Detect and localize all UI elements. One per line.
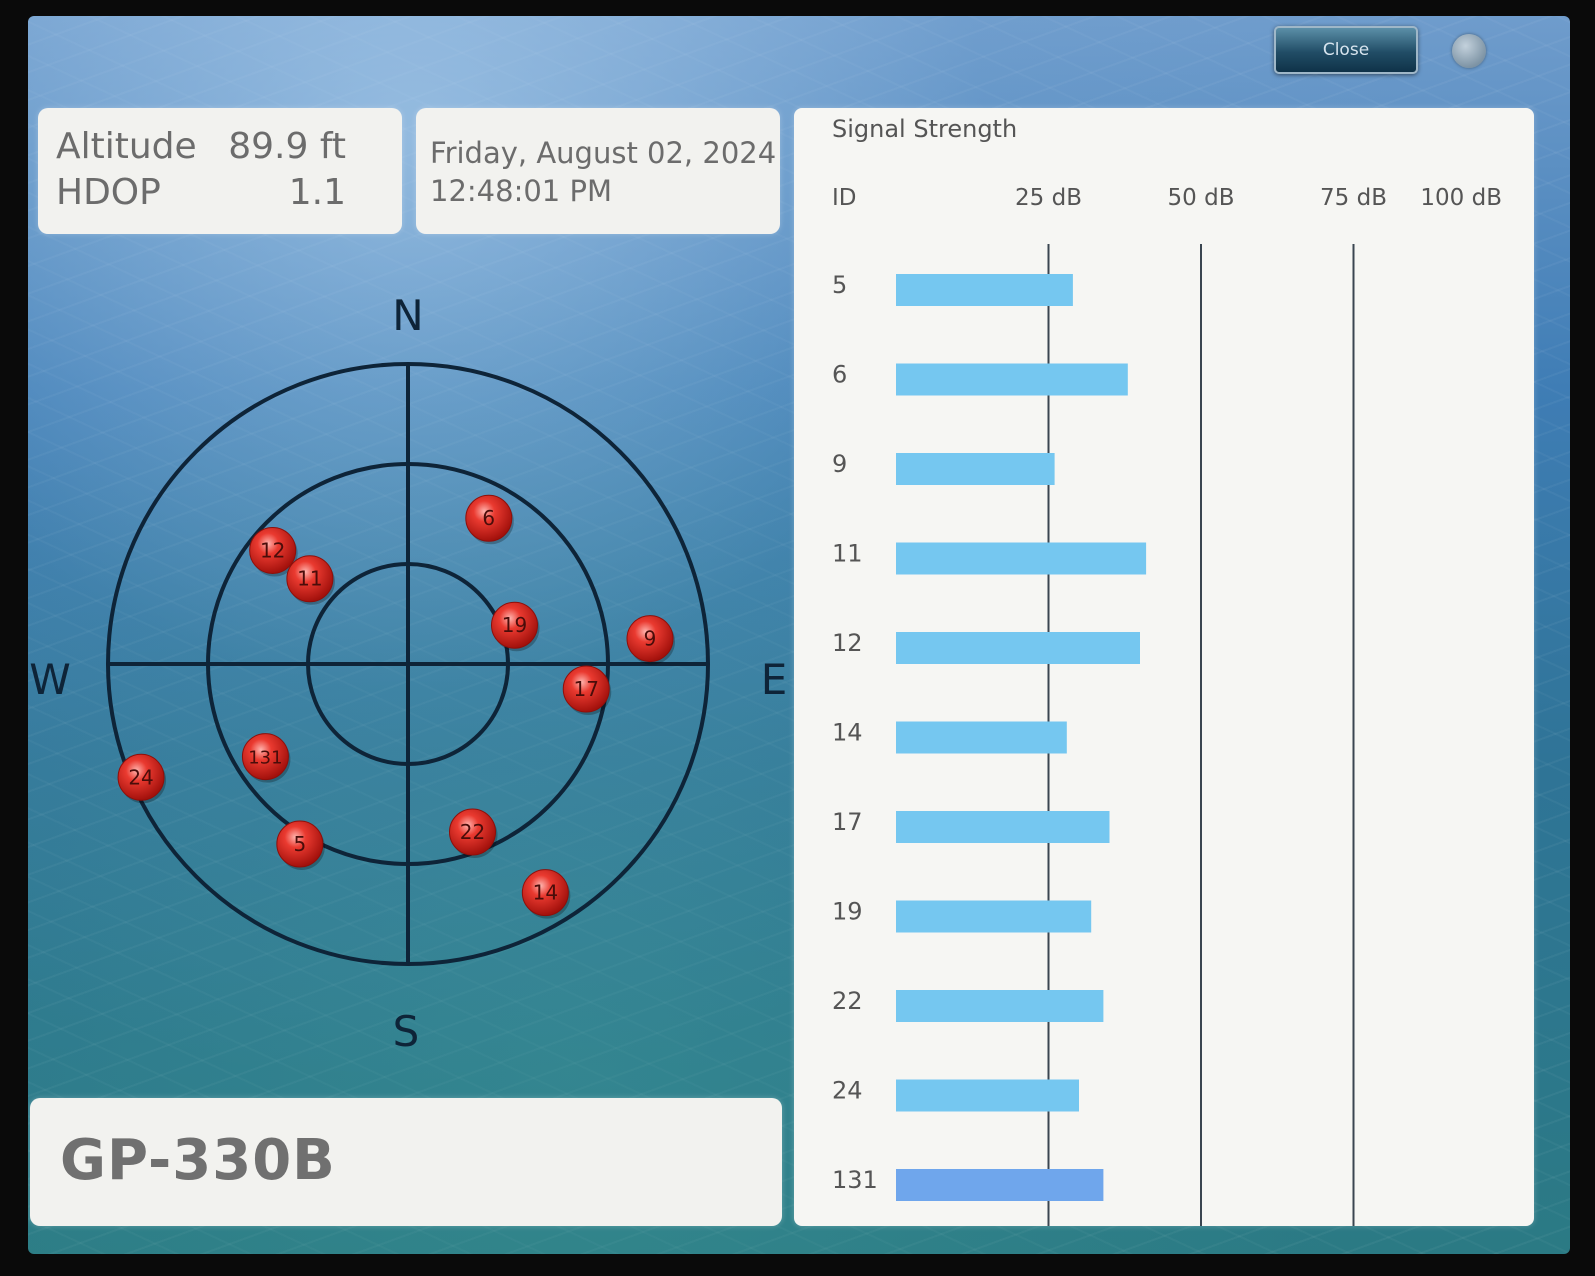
signal-bar — [896, 811, 1110, 843]
satellite-id-row-label: 6 — [832, 361, 847, 389]
satellite-marker: 17 — [562, 665, 612, 716]
signal-axis-tick-label: 25 dB — [1015, 185, 1082, 211]
id-column-header: ID — [832, 185, 857, 211]
satellite-id-label: 6 — [482, 506, 495, 530]
satellite-id-row-label: 14 — [832, 719, 863, 747]
close-button[interactable]: Close — [1274, 26, 1418, 74]
signal-strength-chart: Signal Strength ID 25 dB 50 dB 75 dB 100 dB… — [832, 115, 1502, 1226]
satellite-marker: 24 — [117, 753, 167, 804]
satellite-id-label: 131 — [248, 748, 282, 769]
compass-east-label: E — [761, 655, 788, 704]
satellite-id-label: 12 — [260, 538, 285, 562]
satellite-id-label: 17 — [574, 677, 599, 701]
position-info-panel: Altitude 89.9 ft HDOP 1.1 — [38, 108, 402, 234]
satellite-id-label: 5 — [293, 832, 306, 856]
signal-bar — [896, 1169, 1104, 1201]
satellite-marker: 9 — [626, 615, 676, 665]
altitude-value: 89.9 ft — [228, 126, 346, 167]
altitude-row: Altitude 89.9 ft — [56, 126, 346, 170]
satellite-id-row-label: 24 — [832, 1077, 863, 1105]
time-text: 12:48:01 PM — [430, 174, 612, 208]
satellite-marker: 131 — [241, 733, 291, 783]
signal-axis-tick-label: 50 dB — [1168, 185, 1235, 211]
device-model-panel: GP-330B — [30, 1098, 782, 1226]
satellite-skyplot: 6121119917131245 2214 N S E W — [29, 291, 788, 1056]
satellite-id-row-label: 11 — [832, 540, 863, 568]
satellite-id-row-label: 19 — [832, 898, 863, 926]
hdop-row: HDOP 1.1 — [56, 172, 346, 216]
satellite-id-row-label: 17 — [832, 808, 863, 836]
satellite-id-row-label: 5 — [832, 271, 847, 299]
satellite-id-label: 14 — [533, 881, 558, 905]
compass-north-label: N — [392, 291, 423, 340]
satellite-id-row-label: 22 — [832, 987, 863, 1015]
satellite-marker: 14 — [521, 869, 571, 919]
signal-chart-title: Signal Strength — [832, 115, 1017, 143]
date-text: Friday, August 02, 2024 — [430, 136, 777, 170]
satellite-marker: 11 — [286, 555, 335, 605]
satellite-id-label: 11 — [297, 567, 322, 591]
altitude-label: Altitude — [56, 126, 197, 167]
satellite-id-row-label: 12 — [832, 629, 863, 657]
compass-south-label: S — [393, 1007, 420, 1056]
status-indicator-icon — [1452, 34, 1486, 68]
satellite-marker: 6 — [465, 494, 514, 545]
gps-status-screen: Close Altitude 89.9 ft HDOP 1.1 Friday, … — [28, 16, 1570, 1254]
signal-bar — [896, 453, 1055, 485]
satellite-id-label: 9 — [644, 627, 657, 651]
satellite-marker: 22 — [449, 808, 498, 859]
satellite-id-label: 24 — [128, 765, 153, 789]
datetime-panel: Friday, August 02, 2024 12:48:01 PM — [416, 108, 780, 234]
satellite-id-label: 19 — [502, 613, 527, 637]
hdop-label: HDOP — [56, 172, 161, 213]
satellite-id-row-label: 9 — [832, 450, 847, 478]
signal-bar — [896, 900, 1092, 933]
signal-bar — [896, 990, 1104, 1022]
satellite-marker: 19 — [490, 601, 540, 652]
satellite-marker: 5 — [276, 820, 325, 871]
signal-bar — [896, 363, 1128, 396]
signal-strength-panel: Signal Strength ID 25 dB 50 dB 75 dB 100 dB… — [794, 108, 1534, 1226]
signal-bar — [896, 542, 1147, 575]
signal-bar — [896, 274, 1073, 306]
satellite-id-label: 22 — [460, 820, 485, 844]
signal-axis-tick-label: 100 dB — [1420, 185, 1502, 211]
compass-west-label: W — [29, 655, 71, 704]
hdop-value: 1.1 — [288, 172, 346, 213]
signal-bar — [896, 721, 1067, 754]
satellite-id-row-label: 131 — [832, 1166, 878, 1194]
signal-bar — [896, 1079, 1079, 1112]
device-model-name: GP-330B — [60, 1128, 336, 1193]
signal-bar — [896, 632, 1140, 664]
signal-axis-tick-label: 75 dB — [1320, 185, 1387, 211]
